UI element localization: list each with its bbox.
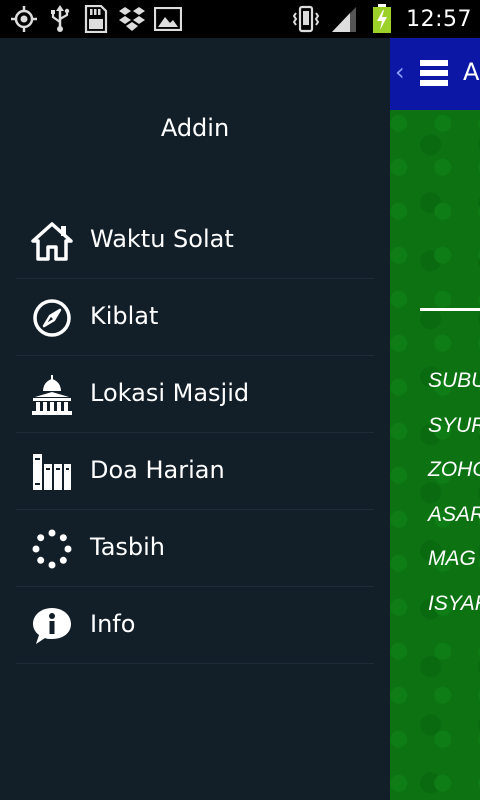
content-divider: [420, 308, 480, 311]
status-time: 12:57: [406, 6, 472, 32]
drawer-item-label: Tasbih: [90, 533, 166, 561]
drawer-item-kiblat[interactable]: Kiblat: [16, 279, 374, 356]
drawer-item-label: Kiblat: [90, 302, 159, 330]
status-bar: 12:57: [0, 0, 480, 38]
app-bar: ‹ A: [390, 38, 480, 110]
drawer-item-lokasi-masjid[interactable]: Lokasi Masjid: [16, 356, 374, 433]
home-icon: [31, 220, 73, 262]
prayer-name: ZOHO: [428, 458, 480, 481]
mosque-icon: [31, 374, 73, 416]
drawer-menu: Waktu Solat Kiblat Lokasi Masjid Doa Har…: [16, 202, 374, 664]
prayer-name: SYUR: [428, 413, 480, 437]
prayer-list: SUBU SYUR ZOHO ASAR MAG ISYAK: [428, 366, 480, 633]
prayer-name: MAG: [428, 547, 476, 570]
tasbih-icon: [31, 528, 73, 570]
prayer-times-panel: SUBU SYUR ZOHO ASAR MAG ISYAK: [390, 110, 480, 800]
drawer-title: Addin: [160, 114, 230, 142]
drawer-item-doa-harian[interactable]: Doa Harian: [16, 433, 374, 510]
app-title: A: [463, 58, 480, 86]
signal-icon: [330, 5, 358, 33]
drawer-item-label: Doa Harian: [90, 456, 225, 484]
navigation-drawer: Addin Waktu Solat Kiblat Lokasi Masjid D…: [0, 38, 390, 800]
back-chevron-icon[interactable]: ‹: [395, 58, 405, 86]
info-icon: [31, 605, 73, 647]
sd-card-icon: [82, 5, 110, 33]
drawer-item-label: Info: [90, 610, 136, 638]
gallery-icon: [154, 5, 182, 33]
prayer-name: SUBU: [428, 369, 480, 392]
battery-charging-icon: [368, 4, 396, 33]
usb-icon: [46, 5, 74, 33]
drawer-item-label: Waktu Solat: [90, 225, 234, 253]
prayer-name: ISYAK: [428, 591, 480, 615]
books-icon: [31, 451, 73, 493]
drawer-item-waktu-solat[interactable]: Waktu Solat: [16, 202, 374, 279]
drawer-item-tasbih[interactable]: Tasbih: [16, 510, 374, 587]
vibrate-icon: [292, 5, 320, 33]
compass-icon: [31, 297, 73, 339]
prayer-name: ASAR: [428, 502, 480, 526]
drawer-item-info[interactable]: Info: [16, 587, 374, 664]
dropbox-icon: [118, 5, 146, 33]
menu-icon[interactable]: [420, 60, 448, 90]
drawer-item-label: Lokasi Masjid: [90, 379, 250, 407]
gps-icon: [10, 5, 38, 33]
